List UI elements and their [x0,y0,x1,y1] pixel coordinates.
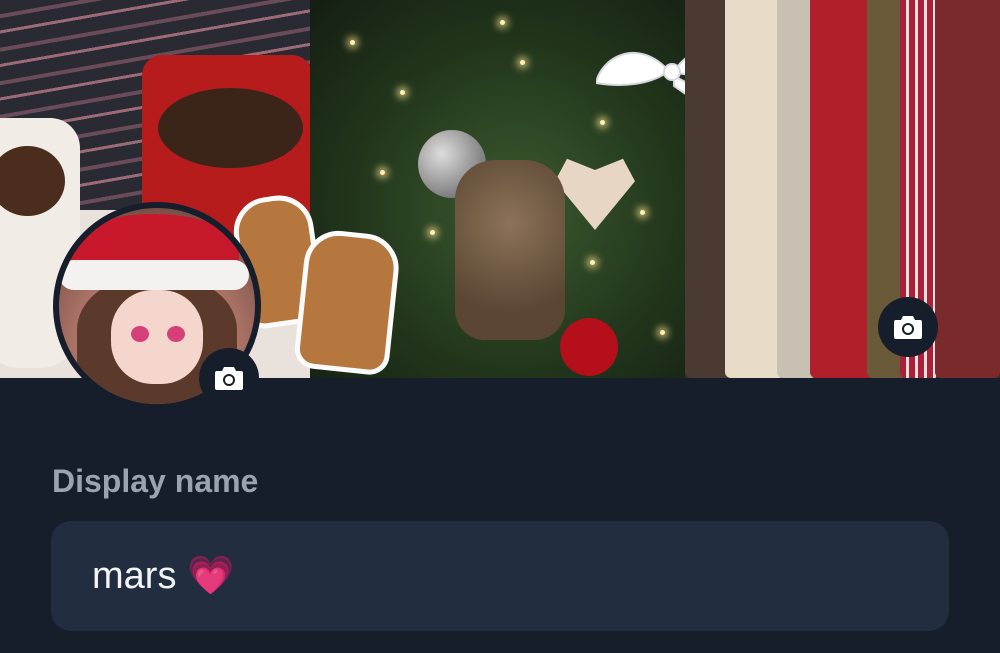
cover-collage-clothes [685,0,1000,378]
display-name-label: Display name [52,463,259,499]
camera-icon [894,316,922,339]
ornament-red [560,318,618,376]
change-cover-button[interactable] [878,297,938,357]
gingerbread-sticker [292,227,403,377]
change-avatar-button[interactable] [199,348,259,408]
display-name-input[interactable]: mars 💗 [51,521,949,631]
display-name-value: mars 💗 [92,555,235,597]
cat-in-tree [455,160,565,340]
camera-icon [215,367,243,390]
